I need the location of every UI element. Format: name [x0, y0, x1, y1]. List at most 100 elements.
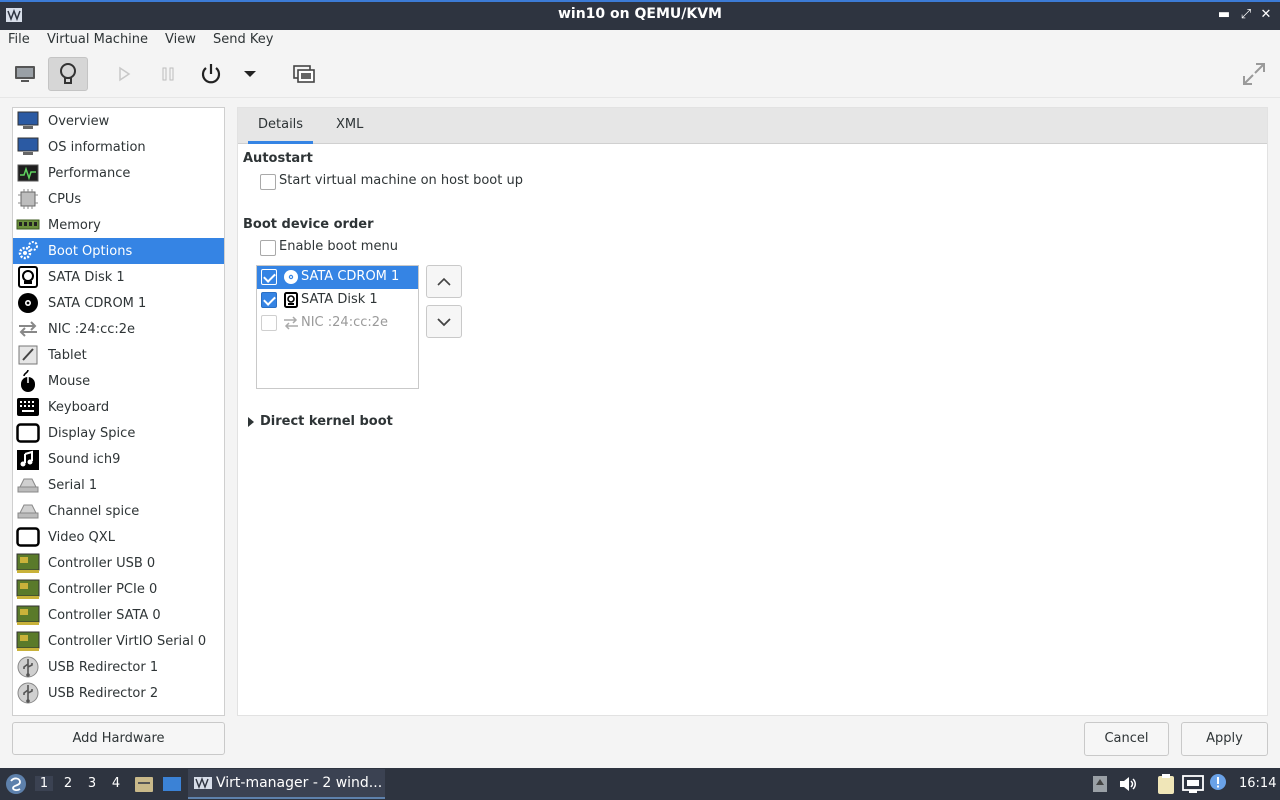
boot-device-row-disk[interactable]: SATA Disk 1: [257, 289, 418, 312]
sidebar-item-label: Performance: [48, 165, 131, 181]
network-arrows-icon: [284, 316, 298, 330]
run-button[interactable]: [104, 57, 144, 91]
file-manager-icon[interactable]: [134, 774, 154, 794]
sidebar-item-label: Controller SATA 0: [48, 607, 161, 623]
menu-file[interactable]: File: [8, 32, 30, 47]
details-view-button[interactable]: [48, 57, 88, 91]
enable-boot-menu-checkbox[interactable]: [260, 240, 276, 256]
boot-device-row-nic[interactable]: NIC :24:cc:2e: [257, 312, 418, 335]
sidebar-item-video-qxl[interactable]: Video QXL: [13, 524, 224, 550]
add-hardware-button[interactable]: Add Hardware: [12, 722, 225, 755]
workspace-1[interactable]: 1: [35, 776, 53, 791]
sidebar-item-label: Video QXL: [48, 529, 115, 545]
sidebar-item-keyboard[interactable]: Keyboard: [13, 394, 224, 420]
sidebar-item-label: Mouse: [48, 373, 91, 389]
boot-device-row-cdrom[interactable]: SATA CDROM 1: [257, 266, 418, 289]
channel-icon: [16, 499, 40, 523]
sidebar-item-label: Boot Options: [48, 243, 133, 259]
sidebar-item-controller-pcie-0[interactable]: Controller PCIe 0: [13, 576, 224, 602]
boot-device-checkbox[interactable]: [261, 292, 277, 308]
tab-xml[interactable]: XML: [326, 108, 373, 144]
clipboard-icon[interactable]: [1156, 773, 1176, 795]
move-down-button[interactable]: [426, 305, 462, 338]
sidebar-item-nic[interactable]: NIC :24:cc:2e: [13, 316, 224, 342]
toolbar: [0, 52, 1280, 98]
taskbar: 1 2 3 4 Virt-manager - 2 wind... 16:14: [0, 768, 1280, 800]
sidebar-item-mouse[interactable]: Mouse: [13, 368, 224, 394]
notification-area-icon[interactable]: [1092, 774, 1108, 794]
sidebar-item-label: CPUs: [48, 191, 82, 207]
virt-manager-icon: [194, 777, 212, 789]
fullscreen-button[interactable]: [1234, 57, 1274, 91]
minimize-icon[interactable]: ▬: [1216, 6, 1232, 24]
sidebar-item-sata-cdrom-1[interactable]: SATA CDROM 1: [13, 290, 224, 316]
console-view-button[interactable]: [5, 57, 45, 91]
menu-virtual-machine[interactable]: Virtual Machine: [47, 32, 148, 47]
workspace-2[interactable]: 2: [59, 776, 77, 791]
direct-kernel-boot-label: Direct kernel boot: [260, 414, 393, 429]
apply-button[interactable]: Apply: [1181, 722, 1268, 756]
sidebar-item-sata-disk-1[interactable]: SATA Disk 1: [13, 264, 224, 290]
controller-card-icon: [16, 551, 40, 575]
menu-send-key[interactable]: Send Key: [213, 32, 273, 47]
tab-details[interactable]: Details: [248, 108, 314, 144]
details-panel: Details XML Autostart Start virtual mach…: [237, 107, 1268, 716]
expander-arrow-icon: [248, 417, 254, 427]
serial-port-icon: [16, 473, 40, 497]
pause-button[interactable]: [148, 57, 188, 91]
shutdown-menu-button[interactable]: [230, 57, 270, 91]
boot-device-label: NIC :24:cc:2e: [301, 315, 389, 330]
move-up-button[interactable]: [426, 265, 462, 298]
workspace-4[interactable]: 4: [107, 776, 125, 791]
sidebar-item-label: Overview: [48, 113, 110, 129]
sidebar-item-display-spice[interactable]: Display Spice: [13, 420, 224, 446]
snapshots-button[interactable]: [284, 57, 324, 91]
dropdown-arrow-icon: [244, 71, 256, 77]
sidebar-item-controller-virtio-serial-0[interactable]: Controller VirtIO Serial 0: [13, 628, 224, 654]
cancel-button[interactable]: Cancel: [1084, 722, 1169, 756]
updates-icon[interactable]: [1209, 773, 1227, 795]
sidebar-item-usb-redirector-2[interactable]: USB Redirector 2: [13, 680, 224, 706]
power-icon: [201, 64, 221, 84]
sidebar-item-label: SATA CDROM 1: [48, 295, 147, 311]
taskbar-task-virt-manager[interactable]: Virt-manager - 2 wind...: [188, 769, 385, 799]
title-bar: win10 on QEMU/KVM ▬ ⤢ ✕: [0, 0, 1280, 30]
menu-bar: File Virtual Machine View Send Key: [0, 30, 1280, 52]
sound-icon: [16, 447, 40, 471]
start-menu-icon[interactable]: [5, 773, 27, 795]
sidebar-item-cpus[interactable]: CPUs: [13, 186, 224, 212]
sidebar-item-serial-1[interactable]: Serial 1: [13, 472, 224, 498]
sidebar-item-memory[interactable]: Memory: [13, 212, 224, 238]
sidebar-item-sound-ich9[interactable]: Sound ich9: [13, 446, 224, 472]
display-icon: [16, 421, 40, 445]
maximize-icon[interactable]: ⤢: [1238, 6, 1254, 24]
sidebar-item-boot-options[interactable]: Boot Options: [13, 238, 224, 264]
sidebar-item-label: Keyboard: [48, 399, 110, 415]
boot-device-checkbox[interactable]: [261, 269, 277, 285]
sidebar-item-overview[interactable]: Overview: [13, 108, 224, 134]
autostart-checkbox[interactable]: [260, 174, 276, 190]
sidebar-item-os-information[interactable]: OS information: [13, 134, 224, 160]
sidebar-item-usb-redirector-1[interactable]: USB Redirector 1: [13, 654, 224, 680]
sidebar-item-performance[interactable]: Performance: [13, 160, 224, 186]
workspace-3[interactable]: 3: [83, 776, 101, 791]
boot-device-checkbox[interactable]: [261, 315, 277, 331]
sidebar-item-label: Controller VirtIO Serial 0: [48, 633, 207, 649]
clock: 16:14: [1239, 776, 1277, 791]
volume-icon[interactable]: [1118, 774, 1138, 794]
usb-icon: [16, 681, 40, 705]
desktop-icon[interactable]: [162, 774, 182, 794]
sidebar-item-label: Serial 1: [48, 477, 98, 493]
sidebar-item-channel-spice[interactable]: Channel spice: [13, 498, 224, 524]
gears-icon: [16, 239, 40, 263]
sidebar-item-tablet[interactable]: Tablet: [13, 342, 224, 368]
usb-icon: [16, 655, 40, 679]
menu-view[interactable]: View: [165, 32, 196, 47]
sidebar-item-label: NIC :24:cc:2e: [48, 321, 136, 337]
close-icon[interactable]: ✕: [1258, 6, 1274, 24]
window-title: win10 on QEMU/KVM: [557, 6, 722, 22]
shutdown-button[interactable]: [191, 57, 231, 91]
network-status-icon[interactable]: [1182, 774, 1204, 794]
sidebar-item-controller-usb-0[interactable]: Controller USB 0: [13, 550, 224, 576]
sidebar-item-controller-sata-0[interactable]: Controller SATA 0: [13, 602, 224, 628]
